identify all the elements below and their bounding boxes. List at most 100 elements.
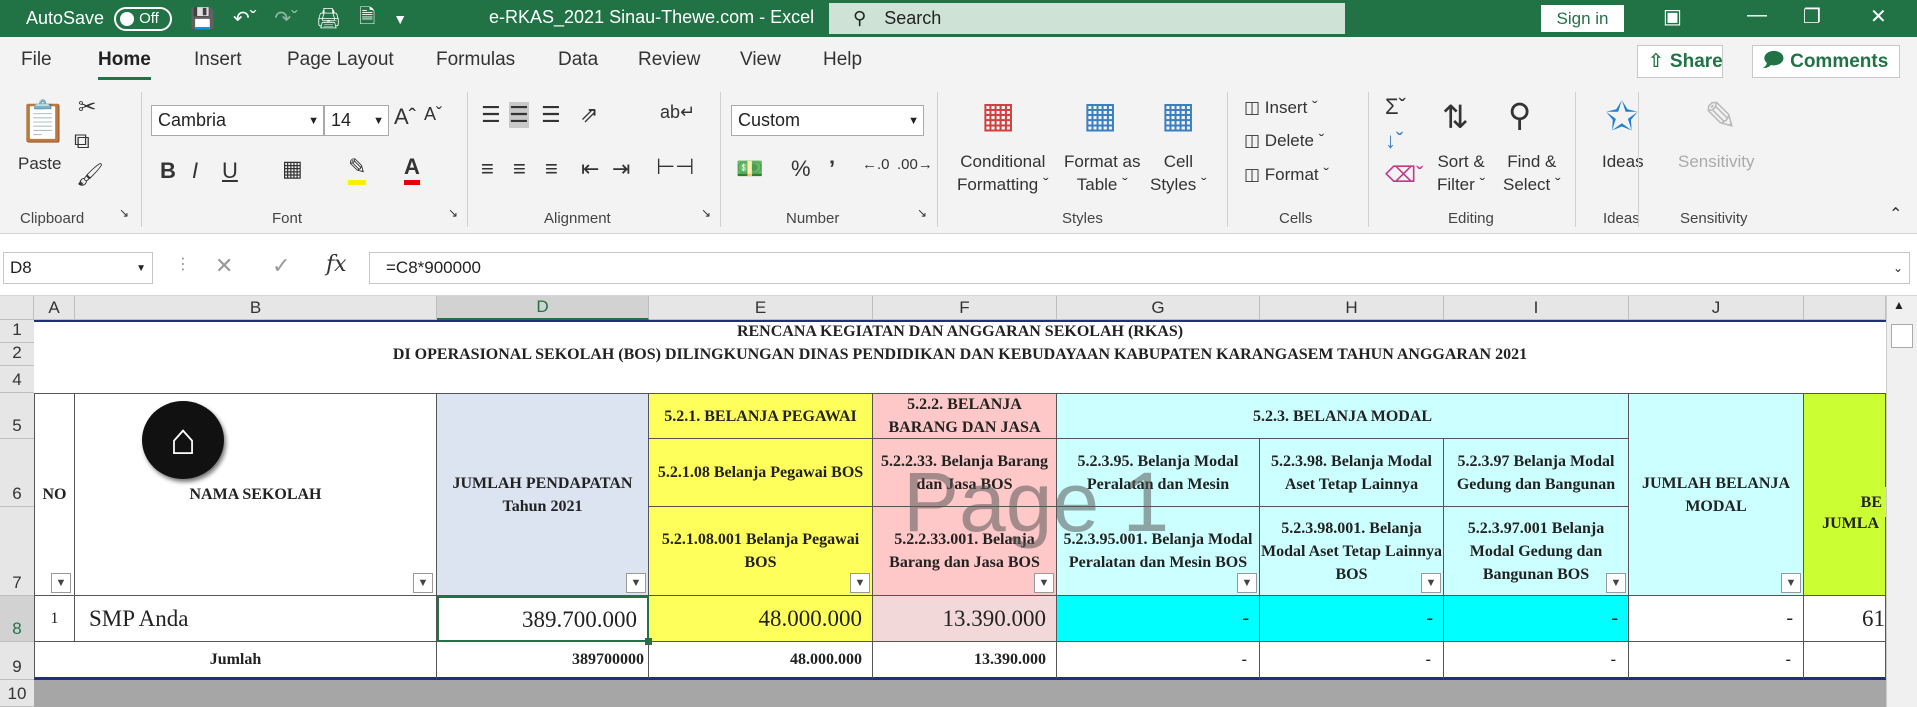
- increase-font-icon[interactable]: Aˆ: [394, 104, 416, 130]
- customize-toolbar-icon[interactable]: ▼: [393, 11, 407, 27]
- conditional-formatting-button[interactable]: Conditional Formatting ˇ: [957, 150, 1049, 196]
- row-header-2[interactable]: 2: [0, 343, 34, 366]
- column-header-f[interactable]: F: [873, 296, 1057, 320]
- cell-e8[interactable]: 48.000.000: [649, 596, 873, 642]
- row-header-8[interactable]: 8: [0, 596, 34, 642]
- format-as-table-button[interactable]: Format as Table ˇ: [1064, 150, 1141, 196]
- header-belanja-pegawai[interactable]: 5.2.1. BELANJA PEGAWAI: [649, 393, 873, 439]
- header-no[interactable]: NO: [34, 393, 75, 596]
- find-select-button[interactable]: Find & Select ˇ: [1503, 150, 1561, 196]
- ribbon-display-icon[interactable]: ▣: [1663, 4, 1682, 29]
- decrease-indent-icon[interactable]: ⇤: [581, 156, 599, 182]
- enter-icon[interactable]: ✓: [272, 253, 290, 279]
- accounting-format-icon[interactable]: 💵: [736, 156, 763, 182]
- minimize-icon[interactable]: —: [1747, 4, 1767, 27]
- column-header-b[interactable]: B: [75, 296, 437, 320]
- fill-icon[interactable]: ↓ˇ: [1385, 128, 1403, 154]
- cell-h9[interactable]: -: [1260, 642, 1444, 680]
- autosum-icon[interactable]: Σˇ: [1385, 94, 1406, 120]
- row-header-10[interactable]: 10: [0, 680, 34, 707]
- tab-file[interactable]: File: [21, 49, 52, 71]
- insert-cells-button[interactable]: ◫ Insert ˇ: [1244, 96, 1318, 119]
- cut-icon[interactable]: ✂: [78, 94, 96, 120]
- tab-formulas[interactable]: Formulas: [436, 49, 515, 71]
- redo-icon[interactable]: ↷ˇ: [274, 6, 297, 31]
- header-belanja-pegawai-bos-detail[interactable]: 5.2.1.08.001 Belanja Pegawai BOS: [649, 507, 873, 596]
- cell-k9[interactable]: [1804, 642, 1886, 680]
- undo-icon[interactable]: ↶ˇ: [233, 6, 256, 31]
- header-modal-gedung-detail[interactable]: 5.2.3.97.001 Belanja Modal Gedung dan Ba…: [1444, 507, 1629, 596]
- format-cells-button[interactable]: ◫ Format ˇ: [1244, 163, 1329, 186]
- sort-filter-button[interactable]: Sort & Filter ˇ: [1437, 150, 1485, 196]
- cell-e9[interactable]: 48.000.000: [649, 642, 873, 680]
- column-header-j[interactable]: J: [1629, 296, 1804, 320]
- filter-dropdown-icon[interactable]: ▼: [850, 573, 870, 593]
- tab-help[interactable]: Help: [823, 49, 862, 71]
- filter-dropdown-icon[interactable]: ▼: [51, 573, 71, 593]
- filter-dropdown-icon[interactable]: ▼: [1781, 573, 1801, 593]
- column-header-g[interactable]: G: [1057, 296, 1260, 320]
- print-preview-icon[interactable]: 🖨: [316, 6, 341, 31]
- tab-insert[interactable]: Insert: [194, 49, 242, 71]
- title-line-2[interactable]: DI OPERASIONAL SEKOLAH (BOS) DILINGKUNGA…: [34, 343, 1886, 366]
- tab-home[interactable]: Home: [98, 49, 151, 80]
- collapse-ribbon-icon[interactable]: ⌃: [1889, 204, 1902, 224]
- align-bottom-icon[interactable]: ☰: [541, 102, 561, 128]
- insert-function-icon[interactable]: fx: [326, 252, 347, 277]
- font-name-select[interactable]: Cambria ▼: [151, 105, 324, 136]
- paste-icon[interactable]: 📋: [18, 98, 68, 145]
- cell-a8[interactable]: 1: [34, 596, 75, 642]
- autosave-toggle[interactable]: Off: [114, 6, 173, 31]
- borders-icon[interactable]: ▦: [282, 156, 303, 182]
- header-modal-aset[interactable]: 5.2.3.98. Belanja Modal Aset Tetap Lainn…: [1260, 439, 1444, 507]
- fill-color-icon[interactable]: ✎: [348, 154, 367, 185]
- share-button[interactable]: ⇧ Share: [1637, 45, 1723, 78]
- formula-input[interactable]: =C8*900000 ⌄: [369, 252, 1910, 284]
- title-line-1[interactable]: RENCANA KEGIATAN DAN ANGGARAN SEKOLAH (R…: [34, 320, 1886, 343]
- cell-i8[interactable]: -: [1444, 596, 1629, 642]
- cell-d8[interactable]: 389.700.000: [437, 596, 649, 642]
- find-icon[interactable]: ⚲: [1508, 96, 1531, 134]
- column-header-k[interactable]: [1804, 296, 1886, 320]
- header-modal-gedung[interactable]: 5.2.3.97 Belanja Modal Gedung dan Bangun…: [1444, 439, 1629, 507]
- name-box[interactable]: D8 ▼: [3, 252, 153, 284]
- column-header-i[interactable]: I: [1444, 296, 1629, 320]
- wrap-text-icon[interactable]: ab↵: [660, 102, 695, 123]
- filter-dropdown-icon[interactable]: ▼: [1421, 573, 1441, 593]
- close-icon[interactable]: ✕: [1870, 4, 1887, 29]
- align-right-icon[interactable]: ≡: [545, 156, 558, 182]
- row-header-6[interactable]: 6: [0, 439, 34, 507]
- font-size-select[interactable]: 14 ▼: [324, 105, 389, 136]
- tab-review[interactable]: Review: [638, 49, 700, 71]
- format-painter-icon[interactable]: 🖌: [76, 162, 104, 188]
- decrease-font-icon[interactable]: Aˇ: [424, 104, 442, 125]
- copy-icon[interactable]: ⧉: [74, 128, 90, 154]
- new-document-icon[interactable]: 🗎: [359, 2, 375, 36]
- cell-styles-button[interactable]: Cell Styles ˇ: [1150, 150, 1207, 196]
- font-color-icon[interactable]: A: [404, 154, 420, 185]
- decrease-decimal-icon[interactable]: .00→: [897, 156, 933, 173]
- cell-b9-jumlah[interactable]: Jumlah: [34, 642, 437, 680]
- filter-dropdown-icon[interactable]: ▼: [1237, 573, 1257, 593]
- align-center-icon[interactable]: ≡: [513, 156, 526, 182]
- filter-dropdown-icon[interactable]: ▼: [413, 573, 433, 593]
- comma-style-icon[interactable]: ’: [829, 156, 835, 182]
- sign-in-button[interactable]: Sign in: [1541, 5, 1624, 32]
- row-header-4[interactable]: 4: [0, 366, 34, 393]
- cell-f9[interactable]: 13.390.000: [873, 642, 1057, 680]
- header-belanja-barang[interactable]: 5.2.2. BELANJA BARANG DAN JASA: [873, 393, 1057, 439]
- align-left-icon[interactable]: ≡: [481, 156, 494, 182]
- column-header-h[interactable]: H: [1260, 296, 1444, 320]
- column-header-a[interactable]: A: [34, 296, 75, 320]
- header-jumlah-pendapatan[interactable]: JUMLAH PENDAPATAN Tahun 2021: [437, 393, 649, 596]
- number-format-select[interactable]: Custom ▼: [731, 105, 924, 136]
- sort-filter-icon[interactable]: ⇅: [1442, 98, 1469, 136]
- cell-g9[interactable]: -: [1057, 642, 1260, 680]
- increase-indent-icon[interactable]: ⇥: [612, 156, 630, 182]
- clipboard-launcher-icon[interactable]: ↘: [119, 206, 129, 220]
- filter-dropdown-icon[interactable]: ▼: [1034, 573, 1054, 593]
- align-top-icon[interactable]: ☰: [481, 102, 501, 128]
- header-nama-sekolah[interactable]: NAMA SEKOLAH: [75, 393, 437, 596]
- cell-i9[interactable]: -: [1444, 642, 1629, 680]
- filter-dropdown-icon[interactable]: ▼: [1606, 573, 1626, 593]
